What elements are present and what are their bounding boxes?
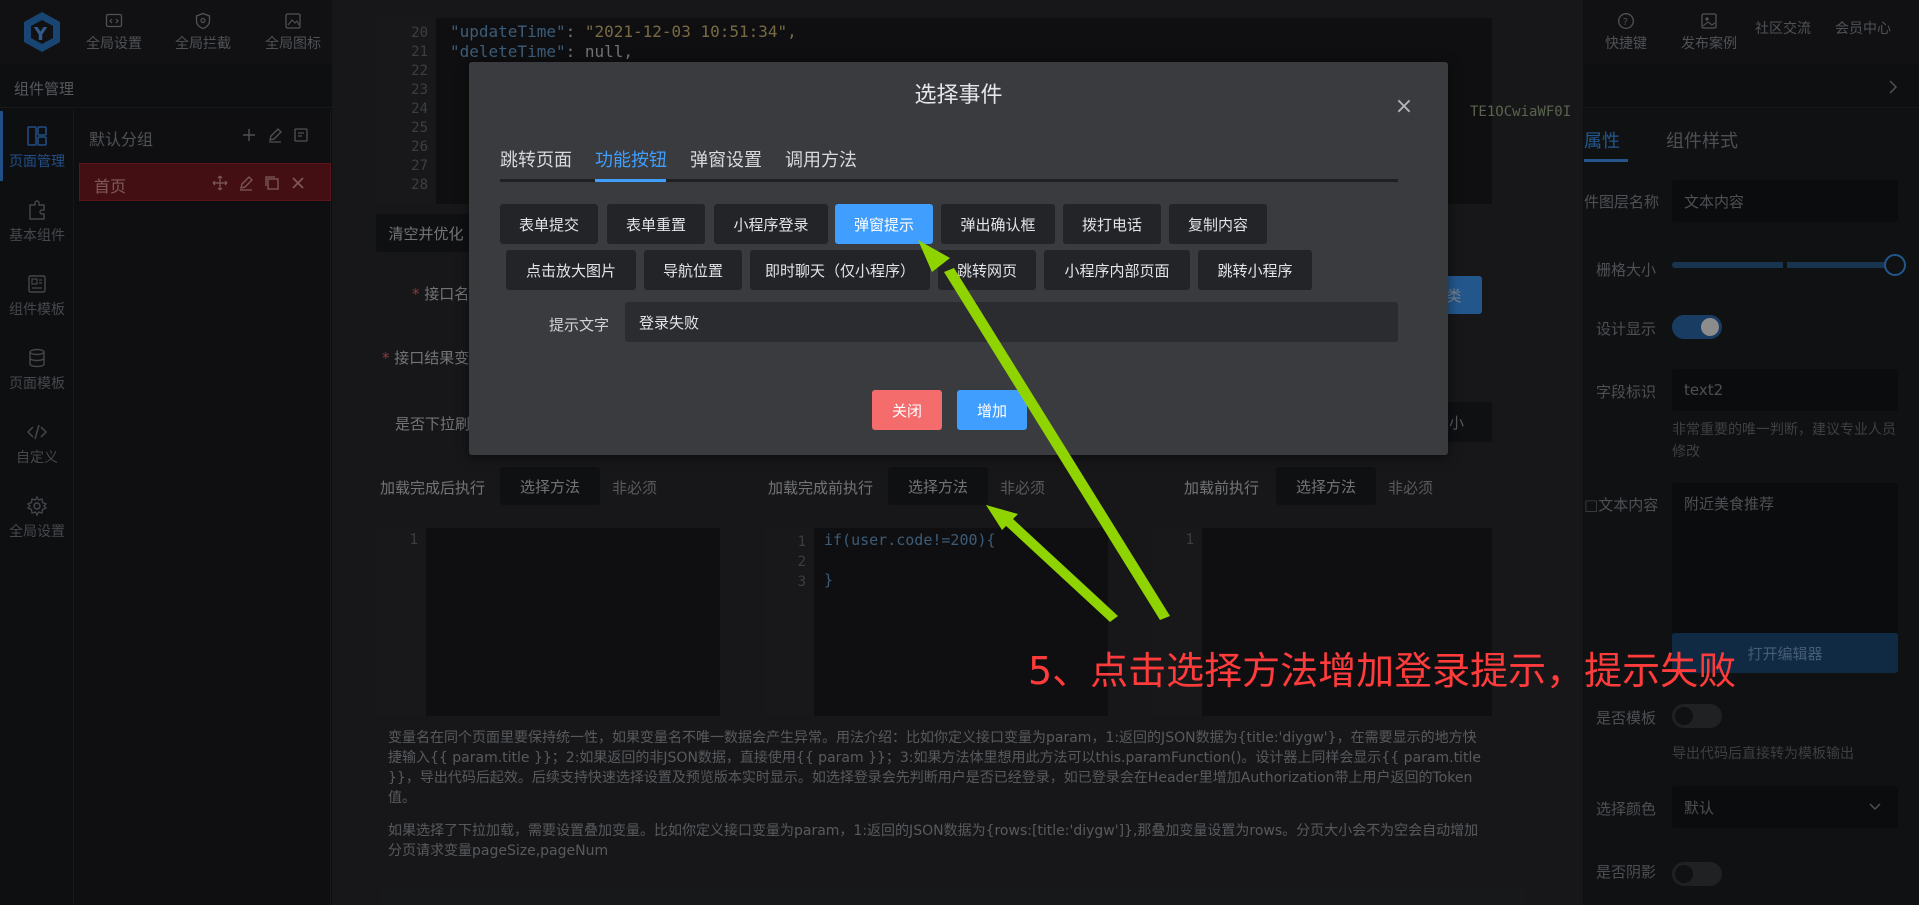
prompt-text-label: 提示文字 xyxy=(548,316,609,334)
zoom-image-button[interactable]: 点击放大图片 xyxy=(506,250,636,290)
active-tab-ink xyxy=(595,179,666,182)
tutorial-annotation: 5、点击选择方法增加登录提示，提示失败 xyxy=(1028,649,1737,693)
tab-function-buttons[interactable]: 功能按钮 xyxy=(595,146,667,172)
navigate-location-button[interactable]: 导航位置 xyxy=(644,250,742,290)
add-button[interactable]: 增加 xyxy=(957,390,1027,430)
form-reset-button[interactable]: 表单重置 xyxy=(607,204,705,244)
confirm-popup-button[interactable]: 弹出确认框 xyxy=(941,204,1055,244)
tab-popup-settings[interactable]: 弹窗设置 xyxy=(690,146,762,172)
close-button[interactable]: 关闭 xyxy=(872,390,942,430)
event-tabs: 跳转页面 功能按钮 弹窗设置 调用方法 xyxy=(500,140,1398,182)
instant-chat-button[interactable]: 即时聊天（仅小程序） xyxy=(750,250,930,290)
jump-webpage-button[interactable]: 跳转网页 xyxy=(938,250,1036,290)
make-call-button[interactable]: 拨打电话 xyxy=(1063,204,1161,244)
select-event-dialog: 选择事件 × 跳转页面 功能按钮 弹窗设置 调用方法 表单提交 表单重置 小程序… xyxy=(469,62,1448,455)
prompt-text-input[interactable]: 登录失败 xyxy=(625,302,1398,342)
tab-jump-page[interactable]: 跳转页面 xyxy=(500,146,572,172)
miniprogram-login-button[interactable]: 小程序登录 xyxy=(714,204,828,244)
miniprogram-inner-page-button[interactable]: 小程序内部页面 xyxy=(1044,250,1190,290)
jump-miniprogram-button[interactable]: 跳转小程序 xyxy=(1198,250,1312,290)
copy-content-button[interactable]: 复制内容 xyxy=(1169,204,1267,244)
close-icon[interactable]: × xyxy=(1392,95,1416,119)
form-submit-button[interactable]: 表单提交 xyxy=(500,204,598,244)
tab-call-method[interactable]: 调用方法 xyxy=(785,146,857,172)
dialog-title: 选择事件 xyxy=(914,83,1003,108)
popup-tip-button[interactable]: 弹窗提示 xyxy=(835,204,933,244)
